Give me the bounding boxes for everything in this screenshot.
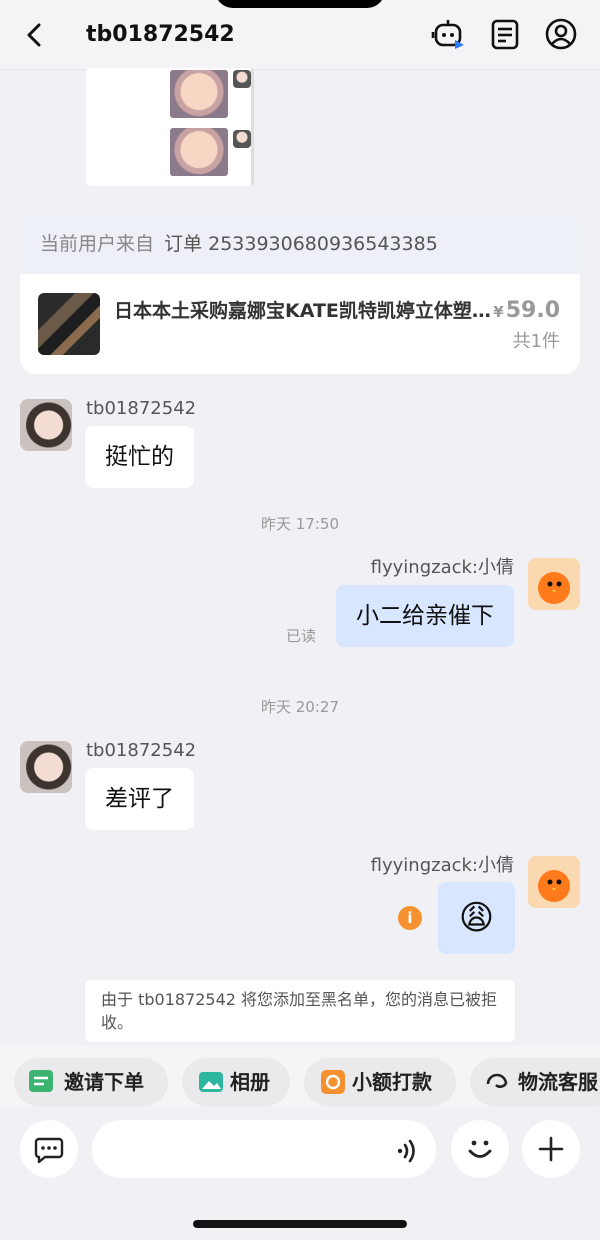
order-card[interactable]: 当前用户来自 订单 2533930680936543385 日本本土采购嘉娜宝K… bbox=[20, 212, 580, 374]
mini-avatar bbox=[233, 130, 251, 148]
album-icon bbox=[199, 1072, 223, 1092]
mascot-avatar[interactable] bbox=[528, 856, 580, 908]
blacklist-notice: 由于 tb01872542 将您添加至黑名单，您的消息已被拒收。 bbox=[85, 980, 515, 1042]
user-icon[interactable] bbox=[543, 16, 579, 52]
order-header: 当前用户来自 订单 2533930680936543385 bbox=[20, 212, 580, 274]
invite-order-icon bbox=[29, 1070, 53, 1092]
mini-avatar bbox=[233, 70, 251, 88]
chat-screen: tb01872542 当前用户来自 订单 2533930680936543385… bbox=[0, 0, 600, 1240]
robot-icon[interactable] bbox=[431, 16, 467, 52]
avatar[interactable] bbox=[20, 399, 72, 451]
product-title[interactable]: 日本本土采购嘉娜宝KATE凯特凯婷立体塑型眉粉 bbox=[114, 296, 494, 326]
camera-notch bbox=[215, 0, 385, 8]
message-input[interactable] bbox=[92, 1120, 436, 1178]
chip-label: 物流客服 bbox=[518, 1070, 598, 1094]
invite-order-button[interactable]: 邀请下单 bbox=[14, 1058, 168, 1106]
back-icon[interactable] bbox=[18, 18, 52, 52]
product-quantity: 共1件 bbox=[512, 331, 560, 352]
chip-label: 邀请下单 bbox=[64, 1070, 144, 1094]
sender-name: flyyingzack:小倩 bbox=[370, 855, 514, 876]
sender-name: flyyingzack:小倩 bbox=[370, 557, 514, 578]
chat-bubble-icon bbox=[34, 1137, 64, 1164]
timestamp: 昨天 17:50 bbox=[261, 515, 339, 533]
payment-icon bbox=[321, 1070, 345, 1094]
baby-photo-thumbnail[interactable] bbox=[170, 70, 228, 118]
order-number[interactable]: 订单 2533930680936543385 bbox=[164, 233, 438, 255]
product-price: ¥59.0 bbox=[493, 298, 560, 323]
timestamp: 昨天 20:27 bbox=[261, 698, 339, 716]
message-bubble[interactable]: 小二给亲催下 bbox=[336, 585, 514, 647]
emoji-message-bubble[interactable]: 😩 bbox=[438, 882, 515, 954]
logistics-service-button[interactable]: 物流客服 bbox=[470, 1058, 600, 1106]
voice-input-icon[interactable] bbox=[392, 1136, 422, 1166]
divider bbox=[251, 68, 254, 186]
small-payment-button[interactable]: 小额打款 bbox=[304, 1058, 456, 1106]
chip-label: 相册 bbox=[230, 1070, 270, 1094]
plus-icon bbox=[538, 1136, 564, 1162]
avatar[interactable] bbox=[20, 741, 72, 793]
read-status: 已读 bbox=[286, 627, 317, 645]
message-bubble[interactable]: 挺忙的 bbox=[85, 426, 194, 488]
album-button[interactable]: 相册 bbox=[182, 1058, 290, 1106]
baby-photo-thumbnail[interactable] bbox=[170, 128, 228, 176]
send-failed-icon[interactable]: i bbox=[398, 906, 422, 930]
sender-name: tb01872542 bbox=[86, 398, 197, 419]
chat-header: tb01872542 bbox=[0, 0, 600, 70]
image-message-preview[interactable] bbox=[86, 68, 254, 186]
message-bubble[interactable]: 差评了 bbox=[85, 768, 194, 830]
home-indicator bbox=[193, 1220, 407, 1228]
emoji-button[interactable] bbox=[451, 1120, 509, 1178]
mascot-avatar[interactable] bbox=[528, 558, 580, 610]
chip-label: 小额打款 bbox=[352, 1070, 432, 1094]
smile-icon bbox=[468, 1140, 492, 1158]
more-button[interactable] bbox=[522, 1120, 580, 1178]
headset-icon bbox=[486, 1073, 508, 1089]
quick-reply-button[interactable] bbox=[20, 1120, 78, 1178]
product-image[interactable] bbox=[38, 293, 100, 355]
document-icon[interactable] bbox=[487, 16, 523, 52]
chat-title: tb01872542 bbox=[86, 22, 235, 47]
sender-name: tb01872542 bbox=[86, 740, 197, 761]
order-source-label: 当前用户来自 bbox=[40, 233, 155, 255]
